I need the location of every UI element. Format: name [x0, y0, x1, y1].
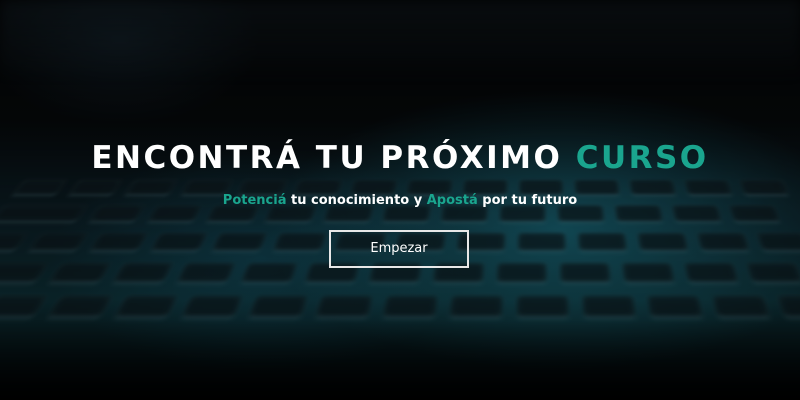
hero-title: ENCONTRÁ TU PRÓXIMO CURSO [0, 140, 800, 176]
hero-title-accent: CURSO [576, 140, 709, 176]
hero-title-main: ENCONTRÁ TU PRÓXIMO [91, 140, 575, 176]
subtitle-accent-potencia: Potenciá [223, 193, 287, 208]
start-button[interactable]: Empezar [329, 230, 469, 268]
subtitle-accent-aposta: Apostá [427, 193, 478, 208]
hero-section: ENCONTRÁ TU PRÓXIMO CURSO Potenciá tu co… [0, 0, 800, 400]
subtitle-text-2: por tu futuro [478, 193, 577, 208]
hero-subtitle: Potenciá tu conocimiento y Apostá por tu… [0, 193, 800, 208]
subtitle-text-1: tu conocimiento y [286, 193, 426, 208]
hero-content: ENCONTRÁ TU PRÓXIMO CURSO Potenciá tu co… [0, 0, 800, 400]
